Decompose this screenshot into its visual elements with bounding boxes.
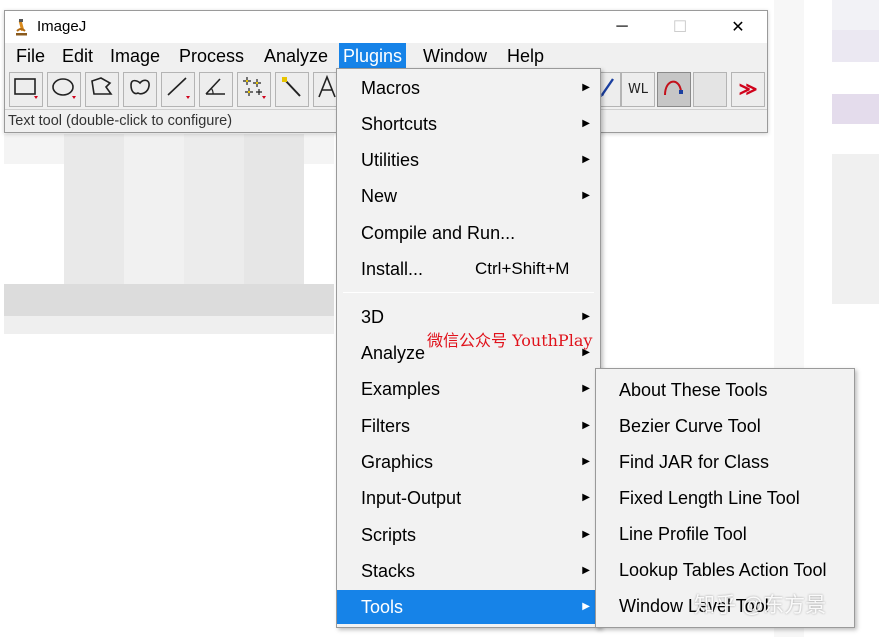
menu-item-compile-and-run[interactable]: Compile and Run... [337,216,600,250]
menu-item-stacks[interactable]: Stacks ▶ [337,554,600,588]
minimize-button[interactable]: ─ [599,11,645,43]
menu-item-examples[interactable]: Examples ▶ [337,372,600,406]
menu-image[interactable]: Image [106,43,164,70]
submenu-arrow-icon: ▶ [582,529,590,540]
submenu-arrow-icon: ▶ [582,492,590,503]
multi-point-icon [241,75,267,104]
submenu-item-fixed-length-line-tool[interactable]: Fixed Length Line Tool [596,480,854,516]
more-tools-button[interactable]: ≫ [731,72,765,107]
menu-bar: File Edit Image Process Analyze Plugins … [5,43,767,70]
multi-point-tool[interactable] [237,72,271,107]
menu-item-label: Install... [361,259,424,279]
more-tools-icon: ≫ [738,79,758,99]
window-level-label: WL [627,82,649,97]
menu-separator [343,292,594,293]
menu-item-label: Stacks [361,561,416,581]
menu-item-input-output[interactable]: Input-Output ▶ [337,481,600,515]
wand-icon [279,75,305,104]
oval-tool[interactable] [47,72,81,107]
zhihu-watermark: 知乎 @东方景 [694,594,827,617]
rectangle-icon [13,75,39,104]
wechat-watermark: 微信公众号 YouthPlay [427,331,593,350]
menu-item-label: New [361,186,398,206]
menu-item-label: Macros [361,78,421,98]
menu-file[interactable]: File [12,43,49,70]
submenu-arrow-icon: ▶ [582,565,590,576]
menu-item-label: Graphics [361,452,434,472]
submenu-item-line-profile-tool[interactable]: Line Profile Tool [596,516,854,552]
wand-tool[interactable] [275,72,309,107]
freehand-tool[interactable] [123,72,157,107]
microscope-icon [13,18,29,36]
angle-tool[interactable] [199,72,233,107]
close-button[interactable]: ✕ [715,11,761,43]
submenu-item-about-these-tools[interactable]: About These Tools [596,372,854,408]
window-level-tool[interactable]: WL [621,72,655,107]
maximize-button[interactable]: ☐ [657,11,703,43]
oval-icon [51,75,77,104]
menu-process[interactable]: Process [175,43,248,70]
menu-item-label: Analyze [361,343,426,363]
menu-item-label: Tools [361,597,404,617]
freehand-icon [127,75,153,104]
submenu-arrow-icon: ▶ [582,420,590,431]
menu-item-tools[interactable]: Tools ▶ [337,590,600,624]
menu-item-install[interactable]: Install... Ctrl+Shift+M [337,252,600,286]
menu-item-utilities[interactable]: Utilities ▶ [337,143,600,177]
menu-item-filters[interactable]: Filters ▶ [337,409,600,443]
title-bar[interactable]: ImageJ ─ ☐ ✕ [5,11,767,43]
status-text: Text tool (double-click to configure) [8,113,233,129]
menu-item-graphics[interactable]: Graphics ▶ [337,445,600,479]
menu-item-label: Input-Output [361,488,462,508]
window-title: ImageJ [37,18,87,35]
bezier-curve-icon [661,75,687,104]
menu-plugins[interactable]: Plugins [339,43,407,70]
submenu-item-bezier-curve-tool[interactable]: Bezier Curve Tool [596,408,854,444]
pencil-icon [598,75,618,104]
menu-item-label: Examples [361,379,441,399]
line-icon [165,75,191,104]
polygon-icon [89,75,115,104]
submenu-arrow-icon: ▶ [582,82,590,93]
menu-item-label: Compile and Run... [361,223,516,243]
menu-item-new[interactable]: New ▶ [337,179,600,213]
bezier-curve-tool[interactable] [657,72,691,107]
polygon-tool[interactable] [85,72,119,107]
submenu-item-find-jar-for-class[interactable]: Find JAR for Class [596,444,854,480]
submenu-item-lookup-tables-action-tool[interactable]: Lookup Tables Action Tool [596,552,854,588]
submenu-arrow-icon: ▶ [582,118,590,129]
submenu-arrow-icon: ▶ [582,383,590,394]
menu-item-label: 3D [361,307,385,327]
menu-edit[interactable]: Edit [58,43,97,70]
line-tool[interactable] [161,72,195,107]
submenu-arrow-icon: ▶ [582,190,590,201]
rectangle-tool[interactable] [9,72,43,107]
angle-icon [203,75,229,104]
menu-help[interactable]: Help [503,43,548,70]
menu-item-shortcuts[interactable]: Shortcuts ▶ [337,107,600,141]
menu-item-scripts[interactable]: Scripts ▶ [337,518,600,552]
menu-window[interactable]: Window [419,43,491,70]
menu-analyze[interactable]: Analyze [260,43,332,70]
submenu-arrow-icon: ▶ [582,154,590,165]
menu-item-label: Shortcuts [361,114,438,134]
menu-item-macros[interactable]: Macros ▶ [337,71,600,105]
menu-item-label: Filters [361,416,410,436]
submenu-arrow-icon: ▶ [582,601,590,612]
menu-item-label: Scripts [361,525,417,545]
submenu-arrow-icon: ▶ [582,456,590,467]
empty-tool-slot[interactable] [693,72,727,107]
menu-item-shortcut: Ctrl+Shift+M [475,259,570,278]
menu-item-label: Utilities [361,150,420,170]
screen: ImageJ ─ ☐ ✕ File Edit Image Process Ana… [0,0,879,637]
